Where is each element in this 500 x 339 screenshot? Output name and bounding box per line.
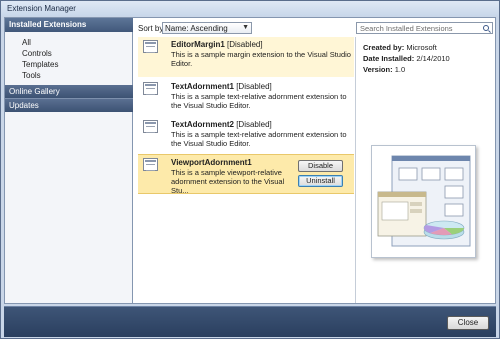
extension-description: This is a sample viewport-relative adorn…	[171, 168, 285, 195]
uninstall-button[interactable]: Uninstall	[298, 175, 343, 187]
date-installed: Date Installed: 2/14/2010	[363, 54, 450, 63]
extension-title: EditorMargin1 [Disabled]	[171, 40, 263, 49]
extension-item-viewportadornment1[interactable]: ViewportAdornment1 This is a sample view…	[138, 154, 354, 195]
extension-manager-window: Extension Manager Installed Extensions A…	[0, 0, 500, 339]
preview-illustration	[377, 155, 471, 247]
disable-button[interactable]: Disable	[298, 160, 343, 172]
extension-icon	[143, 82, 158, 95]
left-nav: Installed Extensions All Controls Templa…	[5, 18, 133, 303]
window-title: Extension Manager	[7, 4, 76, 13]
chevron-down-icon: ▼	[242, 24, 249, 31]
nav-item-controls[interactable]: Controls	[22, 49, 52, 58]
sort-select[interactable]: Name: Ascending ▼	[162, 22, 252, 34]
extension-description: This is a sample text-relative adornment…	[171, 92, 347, 110]
extension-item-editormargin1[interactable]: EditorMargin1 [Disabled] This is a sampl…	[138, 37, 354, 77]
nav-item-all[interactable]: All	[22, 38, 31, 47]
search-placeholder: Search Installed Extensions	[360, 24, 453, 33]
sort-value: Name: Ascending	[165, 24, 228, 33]
nav-online-gallery[interactable]: Online Gallery	[5, 85, 133, 98]
extension-list: EditorMargin1 [Disabled] This is a sampl…	[138, 37, 354, 303]
search-input[interactable]: Search Installed Extensions	[356, 22, 493, 34]
extension-icon	[143, 158, 158, 171]
version: Version: 1.0	[363, 65, 406, 74]
extension-item-textadornment1[interactable]: TextAdornment1 [Disabled] This is a samp…	[138, 79, 354, 119]
nav-item-tools[interactable]: Tools	[22, 71, 41, 80]
extension-description: This is a sample margin extension to the…	[171, 50, 351, 68]
preview-image	[371, 145, 476, 258]
main-panel: Installed Extensions All Controls Templa…	[4, 17, 496, 304]
close-button[interactable]: Close	[447, 316, 489, 330]
extension-title: TextAdornment2 [Disabled]	[171, 120, 272, 129]
extension-title: ViewportAdornment1	[171, 158, 252, 167]
extension-item-textadornment2[interactable]: TextAdornment2 [Disabled] This is a samp…	[138, 117, 354, 157]
extension-description: This is a sample text-relative adornment…	[171, 130, 347, 148]
extension-title: TextAdornment1 [Disabled]	[171, 82, 272, 91]
nav-updates[interactable]: Updates	[5, 98, 133, 112]
search-icon[interactable]	[483, 25, 489, 31]
nav-item-templates[interactable]: Templates	[22, 60, 58, 69]
bottom-bar	[4, 306, 496, 337]
extension-icon	[143, 40, 158, 53]
nav-installed-extensions[interactable]: Installed Extensions	[5, 18, 133, 32]
extension-icon	[143, 120, 158, 133]
created-by: Created by: Microsoft	[363, 43, 437, 52]
title-bar: Extension Manager	[1, 1, 499, 16]
